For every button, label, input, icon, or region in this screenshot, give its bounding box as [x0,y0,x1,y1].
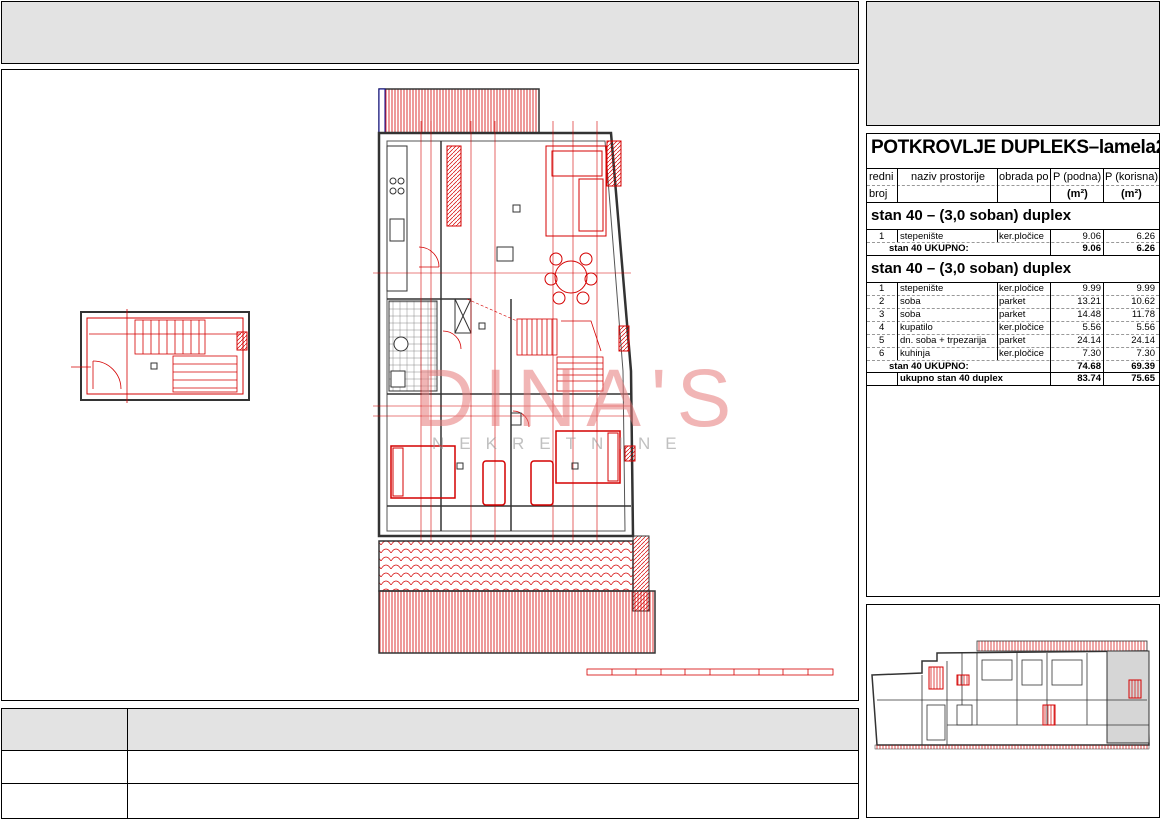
s2-row-6-name: kuhinja [900,348,931,359]
header-obrada: obrada podа [999,171,1048,183]
s2-row-3-floor: parket [999,309,1026,320]
s2-row-1-name: stepenište [900,283,944,294]
key-plan-drawing [871,640,1150,750]
header-p-podna: P (podna) [1053,171,1102,183]
small-stair-plan [71,309,250,403]
s2-row-5-podna: 24.14 [1077,335,1101,346]
s2-row-3-korisna: 11.78 [1131,309,1155,320]
s1-total-podna: 9.06 [1082,243,1102,254]
floor-plan-drawing [71,88,834,676]
s2-row-5-nr: 5 [879,335,885,346]
s2-row-3-nr: 3 [879,309,885,320]
s1-row-1-korisna: 6.26 [1136,231,1156,242]
section-1-title: stan 40 – (3,0 soban) duplex [871,207,1072,224]
s2-row-1-nr: 1 [879,283,885,294]
s2-row-1-korisna: 9.99 [1136,283,1156,294]
s2-total-korisna: 69.39 [1131,361,1155,372]
s2-row-6-nr: 6 [879,348,885,359]
s2-row-2-korisna: 10.62 [1131,296,1155,307]
s2-row-1-podna: 9.99 [1082,283,1102,294]
s2-row-2-nr: 2 [879,296,885,307]
s2-row-4-name: kupatilo [900,322,933,333]
s1-row-1-name: stepenište [900,231,944,242]
s2-row-2-podna: 13.21 [1077,296,1101,307]
section-2-title: stan 40 – (3,0 soban) duplex [871,260,1072,277]
watermark-logo: DINA'S [415,353,742,444]
s2-row-4-floor: ker.pločice [999,322,1044,333]
s2-row-1-floor: ker.pločice [999,283,1044,294]
s2-row-4-korisna: 5.56 [1136,322,1156,333]
s2-total-label: stan 40 UKUPNO: [889,361,969,372]
s2-row-6-podna: 7.30 [1082,348,1102,359]
watermark-subtitle: NEKRETNINE [432,434,692,453]
header-broj: broj [869,188,888,200]
s1-row-1-podna: 9.06 [1082,231,1102,242]
s1-row-1-floor: ker.pločice [999,231,1044,242]
s2-grand-label: ukupno stan 40 duplex [900,373,1003,384]
table-title: POTKROVLJE DUPLEKS–lamela2 [871,137,1160,158]
header-p-korisna: P (korisna) [1105,171,1158,183]
area-table: POTKROVLJE DUPLEKS–lamela2 redni broj na… [866,133,1160,597]
header-unit-podna: (m²) [1067,188,1088,200]
title-block-divider [127,708,128,819]
s2-row-5-korisna: 24.14 [1131,335,1155,346]
s2-row-2-floor: parket [999,296,1026,307]
s1-total-korisna: 6.26 [1136,243,1156,254]
s1-row-1-nr: 1 [879,231,885,242]
s2-row-5-name: dn. soba + trpezarija [900,335,987,346]
s2-row-3-name: soba [900,309,921,320]
title-block-row-2 [1,750,859,784]
s2-row-2-name: soba [900,296,921,307]
s2-grand-korisna: 75.65 [1131,373,1155,384]
header-naziv: naziv prostorije [911,171,985,183]
header-unit-korisna: (m²) [1121,188,1142,200]
s2-row-5-floor: parket [999,335,1026,346]
s2-row-4-podna: 5.56 [1082,322,1102,333]
header-redni: redni [869,171,894,183]
s2-row-6-floor: ker.pločice [999,348,1044,359]
s2-row-6-korisna: 7.30 [1136,348,1156,359]
top-right-panel [866,1,1160,126]
title-block-row-1 [1,708,859,751]
s2-row-4-nr: 4 [879,322,885,333]
s1-total-label: stan 40 UKUPNO: [889,243,969,254]
s2-total-podna: 74.68 [1077,361,1101,372]
title-block-row-3 [1,783,859,819]
s2-grand-podna: 83.74 [1077,373,1101,384]
s2-row-3-podna: 14.48 [1077,309,1101,320]
